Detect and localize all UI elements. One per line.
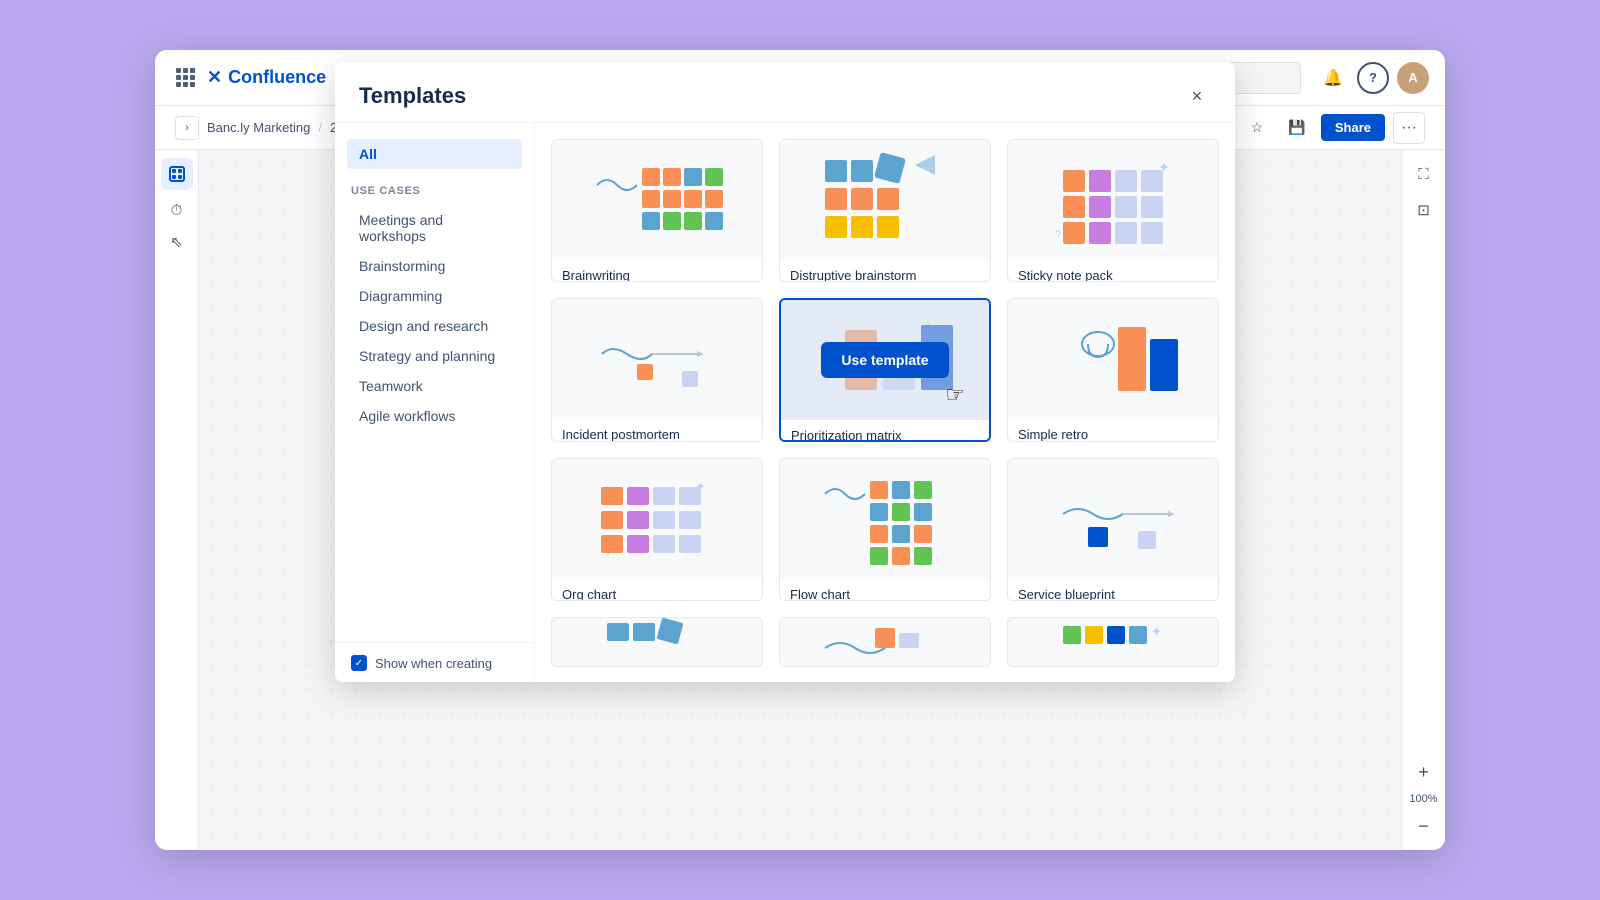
breadcrumb-separator: / (318, 120, 322, 135)
card-preview-partial3: ✦ (1008, 618, 1218, 667)
sidebar-toggle[interactable]: › (175, 116, 199, 140)
card-label-prioritization: Prioritization matrix (781, 420, 989, 443)
whiteboard-icon[interactable] (161, 158, 193, 190)
close-button[interactable]: × (1183, 82, 1211, 110)
notifications-icon[interactable]: 🔔 (1317, 62, 1349, 94)
card-preview-orgchart: ✦ ? (552, 459, 762, 579)
avatar[interactable]: A (1397, 62, 1429, 94)
sidebar-item-brainstorming[interactable]: Brainstorming (347, 251, 522, 281)
template-card-partial2[interactable] (779, 617, 991, 667)
modal-sidebar: All USE CASES Meetings and workshops Bra… (335, 123, 535, 682)
card-preview-incident (552, 299, 762, 419)
card-label-distruptive: Distruptive brainstorm (780, 260, 990, 282)
card-preview-partial1 (552, 618, 762, 667)
star-icon[interactable]: ☆ (1241, 112, 1273, 144)
cursor-icon[interactable]: ⇖ (161, 226, 193, 258)
card-label-serviceblueprint: Service blueprint (1008, 579, 1218, 601)
zoom-level: 100% (1409, 793, 1437, 806)
sidebar-item-diagramming[interactable]: Diagramming (347, 281, 522, 311)
left-sidebar: ⏱ ⇖ (155, 150, 199, 850)
help-icon[interactable]: ? (1357, 62, 1389, 94)
nav-right-icons: 🔔 ? A (1317, 62, 1429, 94)
app-logo[interactable]: ✕ Confluence (207, 67, 326, 88)
card-label-sticky: Sticky note pack (1008, 260, 1218, 282)
modal-footer: ✓ Show when creating (335, 642, 534, 682)
card-label-simpleretro: Simple retro (1008, 419, 1218, 443)
template-card-partial3[interactable]: ✦ (1007, 617, 1219, 667)
sidebar-item-design[interactable]: Design and research (347, 311, 522, 341)
svg-text:?: ? (1055, 229, 1061, 241)
save-icon[interactable]: 💾 (1281, 112, 1313, 144)
template-card-brainwriting[interactable]: Brainwriting (551, 139, 763, 282)
template-card-flowchart[interactable]: Flow chart (779, 458, 991, 601)
all-templates-button[interactable]: All (347, 139, 522, 169)
card-preview-distruptive (780, 140, 990, 260)
card-preview-serviceblueprint (1008, 459, 1218, 579)
card-preview-simpleretro (1008, 299, 1218, 419)
card-preview-flowchart (780, 459, 990, 579)
shrink-icon[interactable]: ⊡ (1408, 194, 1440, 226)
template-card-prioritization[interactable]: ✦ Use template ☞ (779, 298, 991, 443)
zoom-in-button[interactable]: + (1408, 757, 1440, 789)
card-preview-partial2 (780, 618, 990, 667)
svg-text:✦: ✦ (1151, 624, 1162, 639)
modal-body: All USE CASES Meetings and workshops Bra… (335, 123, 1235, 682)
template-card-serviceblueprint[interactable]: Service blueprint (1007, 458, 1219, 601)
breadcrumb-workspace[interactable]: Banc.ly Marketing (207, 120, 310, 135)
card-label-flowchart: Flow chart (780, 579, 990, 601)
sidebar-item-teamwork[interactable]: Teamwork (347, 371, 522, 401)
sidebar-item-agile[interactable]: Agile workflows (347, 401, 522, 431)
right-toolbar: ⛶ ⊡ + 100% − (1401, 150, 1445, 850)
use-template-overlay: Use template (781, 300, 989, 420)
template-card-orgchart[interactable]: ✦ ? (551, 458, 763, 601)
share-button[interactable]: Share (1321, 114, 1385, 141)
use-cases-label: USE CASES (347, 185, 522, 197)
expand-icon[interactable]: ⛶ (1408, 158, 1440, 190)
sidebar-item-meetings[interactable]: Meetings and workshops (347, 205, 522, 251)
template-card-distruptive[interactable]: Distruptive brainstorm (779, 139, 991, 282)
card-preview-prioritization: ✦ Use template ☞ (781, 300, 989, 420)
template-card-sticky[interactable]: ✦ ? (1007, 139, 1219, 282)
card-preview-brainwriting (552, 140, 762, 260)
sidebar-item-strategy[interactable]: Strategy and planning (347, 341, 522, 371)
template-grid: Brainwriting (535, 123, 1235, 682)
more-options-button[interactable]: ··· (1393, 112, 1425, 144)
zoom-out-button[interactable]: − (1408, 810, 1440, 842)
grid-apps-icon[interactable] (171, 64, 199, 92)
show-when-creating-label: Show when creating (375, 656, 492, 671)
template-card-incident[interactable]: Incident postmortem (551, 298, 763, 443)
show-when-creating-checkbox[interactable]: ✓ (351, 655, 367, 671)
card-preview-sticky: ✦ ? (1008, 140, 1218, 260)
use-template-button[interactable]: Use template (821, 342, 948, 378)
template-card-partial1[interactable] (551, 617, 763, 667)
templates-modal: Templates × All USE CASES Meetings and w… (335, 62, 1235, 682)
card-label-orgchart: Org chart (552, 579, 762, 601)
template-card-simpleretro[interactable]: Simple retro (1007, 298, 1219, 443)
modal-title: Templates (359, 83, 1183, 109)
card-label-brainwriting: Brainwriting (552, 260, 762, 282)
clock-icon[interactable]: ⏱ (161, 194, 193, 226)
modal-header: Templates × (335, 62, 1235, 123)
card-label-incident: Incident postmortem (552, 419, 762, 443)
breadcrumb-actions: A ☆ 💾 Share ··· (1205, 112, 1425, 144)
